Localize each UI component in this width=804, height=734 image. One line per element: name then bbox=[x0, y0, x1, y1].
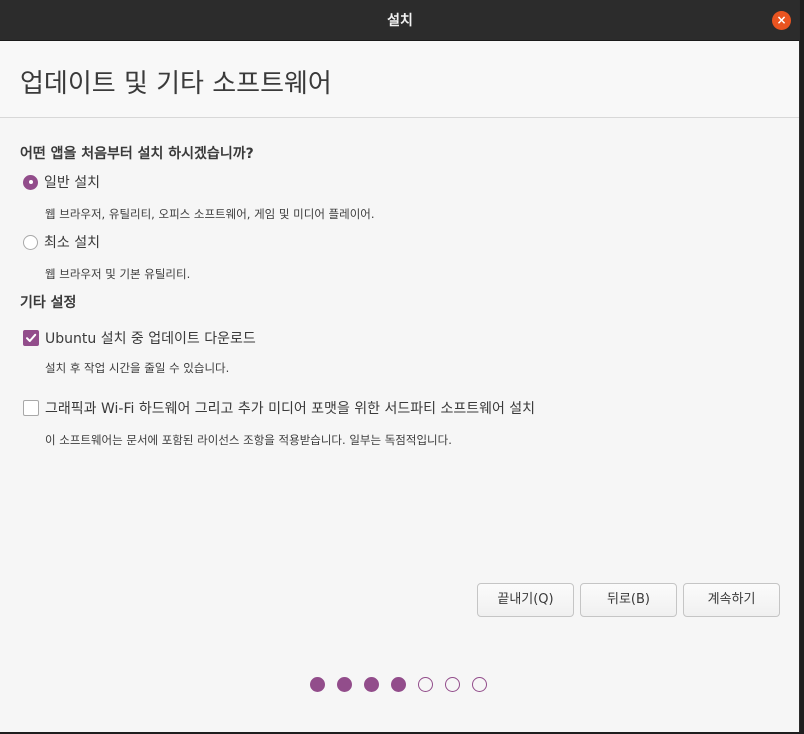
close-icon: × bbox=[776, 13, 787, 27]
third-party-software-checkbox[interactable]: 그래픽과 Wi-Fi 하드웨어 그리고 추가 미디어 포맷을 위한 서드파티 소… bbox=[23, 398, 535, 418]
third-party-software-description: 이 소프트웨어는 문서에 포함된 라이선스 조항을 적용받습니다. 일부는 독점… bbox=[45, 433, 452, 447]
progress-dot-completed bbox=[310, 677, 325, 692]
back-button[interactable]: 뒤로(B) bbox=[580, 583, 677, 617]
normal-install-description: 웹 브라우저, 유틸리티, 오피스 소프트웨어, 게임 및 미디어 플레이어. bbox=[45, 207, 375, 221]
progress-dot-pending bbox=[418, 677, 433, 692]
minimal-install-label: 최소 설치 bbox=[44, 235, 100, 251]
other-settings-heading: 기타 설정 bbox=[20, 295, 77, 311]
progress-dot-completed bbox=[364, 677, 379, 692]
install-type-question: 어떤 앱을 처음부터 설치 하시겠습니까? bbox=[20, 146, 254, 162]
page-header: 업데이트 및 기타 소프트웨어 bbox=[0, 41, 799, 118]
quit-button[interactable]: 끝내기(Q) bbox=[477, 583, 574, 617]
download-updates-checkbox[interactable]: Ubuntu 설치 중 업데이트 다운로드 bbox=[23, 328, 256, 348]
third-party-software-label: 그래픽과 Wi-Fi 하드웨어 그리고 추가 미디어 포맷을 위한 서드파티 소… bbox=[45, 401, 536, 417]
title-bar: 설치 × bbox=[0, 0, 799, 41]
close-button[interactable]: × bbox=[772, 11, 791, 30]
installer-window: 설치 × 업데이트 및 기타 소프트웨어 어떤 앱을 처음부터 설치 하시겠습니… bbox=[0, 0, 800, 732]
minimal-install-description: 웹 브라우저 및 기본 유틸리티. bbox=[45, 267, 191, 281]
content-area: 어떤 앱을 처음부터 설치 하시겠습니까? 일반 설치 웹 브라우저, 유틸리티… bbox=[0, 118, 799, 732]
progress-dot-completed bbox=[391, 677, 406, 692]
checkbox-checked-icon bbox=[23, 330, 39, 346]
download-updates-description: 설치 후 작업 시간을 줄일 수 있습니다. bbox=[45, 361, 230, 375]
checkbox-unchecked-icon bbox=[23, 400, 39, 416]
progress-dot-pending bbox=[445, 677, 460, 692]
progress-dot-completed bbox=[337, 677, 352, 692]
step-progress-indicator bbox=[310, 677, 499, 693]
normal-install-label: 일반 설치 bbox=[44, 175, 100, 191]
normal-install-radio[interactable]: 일반 설치 bbox=[23, 172, 100, 192]
checkmark-icon bbox=[26, 333, 37, 342]
minimal-install-radio[interactable]: 최소 설치 bbox=[23, 232, 100, 252]
continue-button[interactable]: 계속하기 bbox=[683, 583, 780, 617]
download-updates-label: Ubuntu 설치 중 업데이트 다운로드 bbox=[45, 331, 256, 347]
window-title: 설치 bbox=[387, 13, 413, 29]
progress-dot-pending bbox=[472, 677, 487, 692]
radio-selected-icon bbox=[23, 174, 38, 190]
page-title: 업데이트 및 기타 소프트웨어 bbox=[20, 69, 332, 99]
radio-unselected-icon bbox=[23, 234, 38, 250]
